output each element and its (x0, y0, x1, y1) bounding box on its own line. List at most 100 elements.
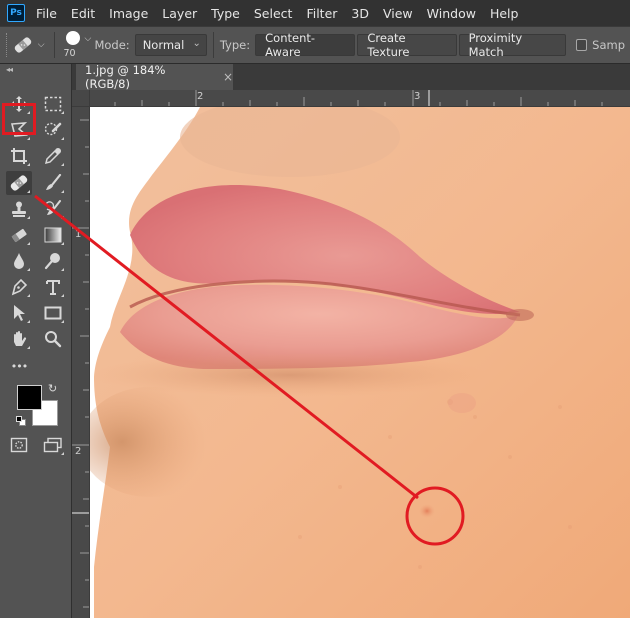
document-canvas[interactable] (90, 107, 630, 618)
arrow-pointer-icon (14, 305, 25, 321)
eyedropper-icon (44, 148, 61, 165)
horizontal-ruler[interactable]: 2 3 (90, 90, 630, 107)
menu-bar: Ps File Edit Image Layer Type Select Fil… (0, 0, 630, 26)
horizontal-ruler-ticks (114, 90, 603, 106)
tool-group-corner (27, 294, 30, 297)
tool-group-corner (27, 346, 30, 349)
chevron-down-icon: ⌵ (84, 34, 92, 44)
vertical-ruler[interactable]: 1 2 (72, 107, 90, 618)
menu-3d[interactable]: 3D (351, 6, 369, 21)
ruler-label: 2 (197, 91, 204, 102)
history-brush-icon (45, 200, 61, 215)
eraser-icon (11, 228, 27, 243)
type-icon (46, 280, 60, 295)
tool-group-corner (61, 268, 64, 271)
swap-colors-icon[interactable]: ↻ (48, 382, 57, 395)
tool-group-corner (61, 294, 64, 297)
document-tab-title: 1.jpg @ 184% (RGB/8) (85, 63, 166, 91)
hand-tool[interactable] (6, 327, 32, 351)
dodge-icon (44, 253, 60, 270)
options-separator (53, 32, 55, 58)
tool-group-corner (61, 320, 64, 323)
tool-preset-picker[interactable]: ⌵ (10, 31, 48, 59)
tool-group-corner (61, 111, 64, 114)
annotation-tool-highlight (2, 103, 36, 135)
brush-size-value: 70 (63, 48, 76, 59)
tool-group-corner (61, 216, 64, 219)
default-colors-icon[interactable] (16, 416, 26, 426)
tool-group-corner (27, 190, 30, 193)
blur-tool[interactable] (6, 249, 32, 273)
zoom-magnifier-icon (45, 331, 62, 348)
zoom-tool[interactable] (40, 327, 66, 351)
crop-tool[interactable] (6, 144, 32, 168)
gradient-icon (44, 227, 62, 243)
brush-tip-preview (65, 31, 80, 45)
clone-stamp-tool[interactable] (6, 197, 32, 221)
mode-label: Mode: (94, 38, 130, 52)
menu-image[interactable]: Image (109, 6, 148, 21)
tool-group-corner (61, 452, 64, 455)
chevron-down-icon: ⌄ (192, 38, 201, 49)
close-icon[interactable]: × (223, 70, 233, 84)
rectangle-tool[interactable] (40, 301, 66, 325)
eraser-tool[interactable] (6, 223, 32, 247)
tool-group-corner (27, 268, 30, 271)
collapse-toolbar-icon[interactable]: ◂◂ (0, 64, 71, 74)
type-tool[interactable] (40, 275, 66, 299)
tool-group-corner (61, 137, 64, 140)
type-label: Type: (219, 38, 251, 52)
eyedropper-tool[interactable] (40, 144, 66, 168)
quick-selection-tool[interactable] (40, 118, 66, 142)
brush-tool[interactable] (40, 171, 66, 195)
mode-value: Normal (142, 38, 185, 52)
screen-mode[interactable] (40, 433, 66, 457)
tool-group-corner (61, 163, 64, 166)
menu-file[interactable]: File (36, 6, 57, 21)
spot-healing-brush-icon (10, 175, 28, 191)
sample-all-layers-checkbox[interactable] (575, 39, 588, 51)
foreground-color-swatch[interactable] (17, 385, 42, 410)
menu-filter[interactable]: Filter (306, 6, 337, 21)
mode-select[interactable]: Normal ⌄ (134, 34, 207, 56)
document-tab-strip: 1.jpg @ 184% (RGB/8) × (72, 63, 630, 91)
ruler-origin[interactable] (72, 90, 90, 107)
spot-healing-brush-tool[interactable] (6, 171, 32, 195)
document-tab[interactable]: 1.jpg @ 184% (RGB/8) × (76, 63, 233, 91)
quick-mask-mode[interactable] (6, 433, 32, 457)
pen-tool[interactable] (6, 275, 32, 299)
type-create-texture-button[interactable]: Create Texture (357, 31, 457, 59)
menu-window[interactable]: Window (427, 6, 476, 21)
tools-panel: ◂◂ ••• ↻ (0, 64, 72, 618)
menu-select[interactable]: Select (254, 6, 293, 21)
edit-toolbar-more-icon[interactable]: ••• (6, 354, 32, 378)
options-separator (212, 32, 214, 58)
gradient-tool[interactable] (40, 223, 66, 247)
menu-edit[interactable]: Edit (71, 6, 95, 21)
type-content-aware-button[interactable]: Content-Aware (255, 31, 356, 59)
brush-picker[interactable]: ⌵ 70 (61, 28, 95, 62)
menu-layer[interactable]: Layer (162, 6, 197, 21)
marquee-tool[interactable] (40, 92, 66, 116)
sample-all-layers-label: Samp (592, 38, 625, 52)
vertical-ruler-ticks (72, 119, 89, 608)
rectangular-marquee-icon (44, 96, 62, 112)
blur-drop-icon (14, 253, 24, 269)
rectangle-shape-icon (44, 306, 62, 320)
path-selection-tool[interactable] (6, 301, 32, 325)
menu-view[interactable]: View (383, 6, 413, 21)
pen-icon (11, 278, 28, 296)
photoshop-logo[interactable]: Ps (7, 4, 25, 22)
quick-selection-icon (44, 122, 62, 136)
options-bar: ⌵ ⌵ 70 Mode: Normal ⌄ Type: Content-Awar… (0, 26, 630, 64)
brush-icon (46, 174, 62, 190)
menu-type[interactable]: Type (211, 6, 240, 21)
tool-group-corner (61, 190, 64, 193)
dodge-tool[interactable] (40, 249, 66, 273)
quick-mask-icon (10, 437, 28, 453)
type-proximity-match-button[interactable]: Proximity Match (458, 31, 566, 59)
crop-icon (11, 148, 27, 164)
ruler-label: 2 (75, 446, 82, 457)
history-brush-tool[interactable] (40, 197, 66, 221)
menu-help[interactable]: Help (490, 6, 519, 21)
